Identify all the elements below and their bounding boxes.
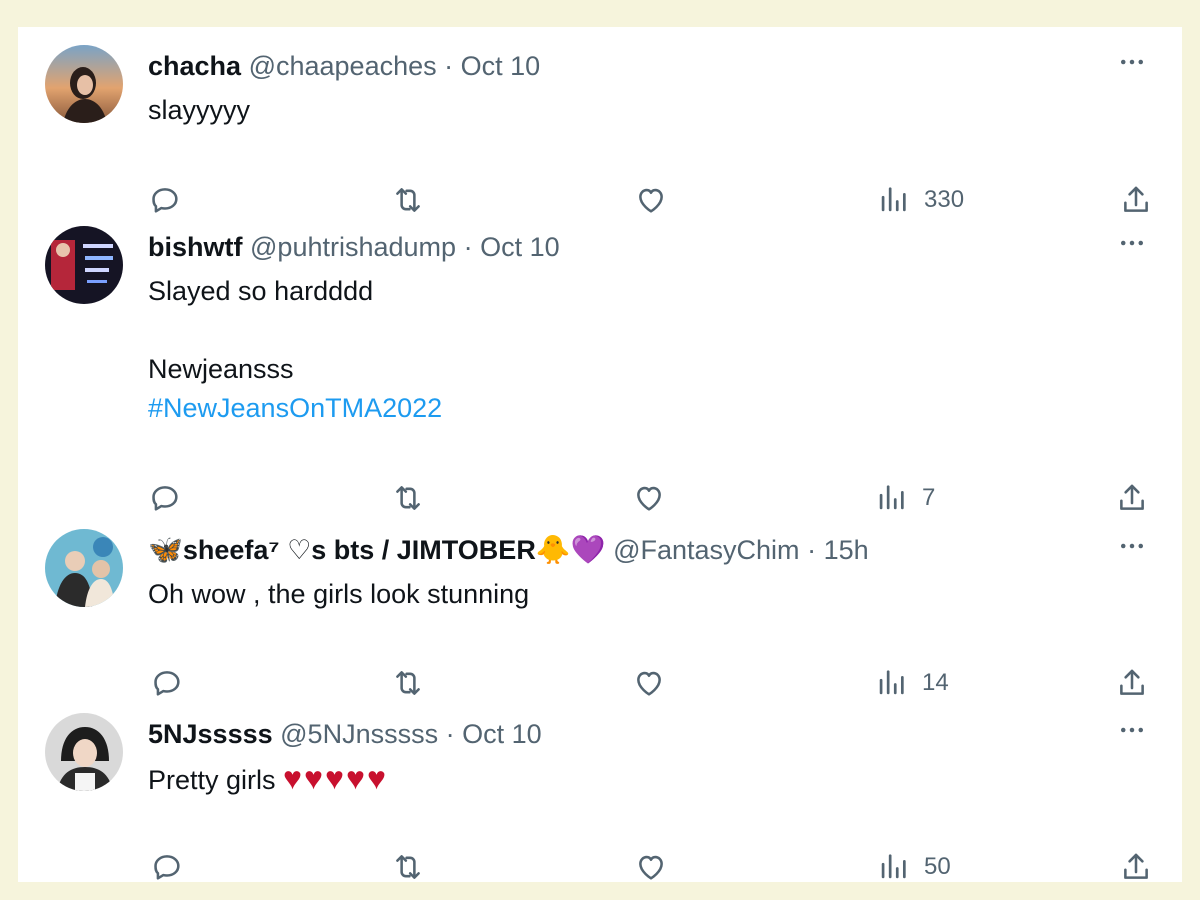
views-count: 7: [922, 484, 936, 511]
reply-button[interactable]: [148, 180, 182, 220]
display-name[interactable]: 5NJsssss: [148, 719, 273, 749]
share-button[interactable]: [1119, 180, 1153, 220]
like-icon: [632, 481, 666, 515]
separator: ·: [445, 719, 455, 749]
handle[interactable]: @FantasyChim: [613, 535, 799, 565]
share-button[interactable]: [1115, 478, 1149, 518]
tweet-header: 🦋sheefa⁷ ♡s bts / JIMTOBER🐥💜 @FantasyChi…: [148, 533, 869, 567]
views-icon: [874, 481, 908, 515]
reply-button[interactable]: [150, 663, 184, 703]
display-name[interactable]: bishwtf: [148, 232, 243, 262]
tweet-actions: 14: [18, 663, 1182, 703]
tweet-line: Newjeansss: [148, 354, 294, 384]
share-icon: [1115, 666, 1149, 700]
tweet-text: slayyyyy: [148, 91, 250, 130]
like-icon: [634, 183, 668, 217]
reply-icon: [150, 850, 184, 884]
tweet-text: Pretty girls ♥♥♥♥♥: [148, 759, 388, 800]
display-name[interactable]: chacha: [148, 51, 241, 81]
more-icon[interactable]: [1114, 47, 1150, 77]
like-icon: [632, 666, 666, 700]
tweet-actions: 7: [18, 478, 1182, 518]
hashtag-link[interactable]: #NewJeansOnTMA2022: [148, 389, 442, 428]
reply-icon: [148, 481, 182, 515]
like-button[interactable]: [632, 663, 666, 703]
retweet-icon: [391, 666, 425, 700]
avatar[interactable]: [45, 529, 123, 607]
share-button[interactable]: [1119, 847, 1153, 887]
views-button[interactable]: 50: [876, 847, 951, 887]
tweet-text: Slayed so hardddd Newjeansss #NewJeansOn…: [148, 272, 442, 428]
handle[interactable]: @chaapeaches: [249, 51, 437, 81]
separator: ·: [807, 535, 817, 565]
timestamp[interactable]: Oct 10: [480, 232, 560, 262]
retweet-icon: [391, 850, 425, 884]
more-icon[interactable]: [1114, 715, 1150, 745]
like-icon: [634, 850, 668, 884]
tweet-actions: 50: [18, 847, 1182, 887]
reply-button[interactable]: [148, 478, 182, 518]
views-button[interactable]: 330: [876, 180, 964, 220]
share-icon: [1119, 183, 1153, 217]
views-count: 50: [924, 853, 951, 880]
handle[interactable]: @5NJnsssss: [280, 719, 438, 749]
share-icon: [1115, 481, 1149, 515]
views-button[interactable]: 14: [874, 663, 949, 703]
retweet-button[interactable]: [391, 847, 425, 887]
views-icon: [876, 183, 910, 217]
views-count: 330: [924, 186, 965, 213]
like-button[interactable]: [634, 847, 668, 887]
tweet-line-text: Pretty girls: [148, 765, 276, 795]
tweet-actions: 330: [18, 180, 1182, 220]
more-icon[interactable]: [1114, 228, 1150, 258]
avatar[interactable]: [45, 45, 123, 123]
reply-feed: chacha @chaapeaches · Oct 10 slayyyyy 33…: [18, 27, 1182, 882]
more-icon[interactable]: [1114, 531, 1150, 561]
heart-emojis: ♥♥♥♥♥: [283, 760, 389, 796]
tweet-header: bishwtf @puhtrishadump · Oct 10: [148, 230, 560, 264]
handle[interactable]: @puhtrishadump: [250, 232, 456, 262]
retweet-button[interactable]: [391, 478, 425, 518]
share-button[interactable]: [1115, 663, 1149, 703]
display-name-text: sheefa⁷ ♡s bts / JIMTOBER: [182, 535, 536, 565]
reply-icon: [148, 183, 182, 217]
timestamp[interactable]: 15h: [824, 535, 869, 565]
views-icon: [874, 666, 908, 700]
like-button[interactable]: [634, 180, 668, 220]
tweet-line: Slayed so hardddd: [148, 276, 374, 306]
tweet-line: slayyyyy: [148, 95, 251, 125]
display-name[interactable]: 🦋sheefa⁷ ♡s bts / JIMTOBER🐥💜: [148, 534, 606, 565]
tweet-line: Oh wow , the girls look stunning: [148, 579, 530, 609]
reply-icon: [150, 666, 184, 700]
tweet-text: Oh wow , the girls look stunning: [148, 575, 529, 614]
tweet-line: [148, 311, 442, 350]
retweet-icon: [391, 481, 425, 515]
like-button[interactable]: [632, 478, 666, 518]
share-icon: [1119, 850, 1153, 884]
butterfly-emoji: 🦋: [148, 534, 183, 565]
views-button[interactable]: 7: [874, 478, 935, 518]
separator: ·: [463, 232, 473, 262]
retweet-icon: [391, 183, 425, 217]
chick-heart-emoji: 🐥💜: [535, 534, 606, 565]
views-count: 14: [922, 669, 949, 696]
timestamp[interactable]: Oct 10: [461, 51, 541, 81]
reply-button[interactable]: [150, 847, 184, 887]
tweet-header: 5NJsssss @5NJnsssss · Oct 10: [148, 717, 542, 751]
avatar[interactable]: [45, 713, 123, 791]
tweet-line: Pretty girls ♥♥♥♥♥: [148, 759, 388, 800]
avatar[interactable]: [45, 226, 123, 304]
timestamp[interactable]: Oct 10: [462, 719, 542, 749]
retweet-button[interactable]: [391, 180, 425, 220]
retweet-button[interactable]: [391, 663, 425, 703]
separator: ·: [444, 51, 454, 81]
views-icon: [876, 850, 910, 884]
tweet-header: chacha @chaapeaches · Oct 10: [148, 49, 540, 83]
